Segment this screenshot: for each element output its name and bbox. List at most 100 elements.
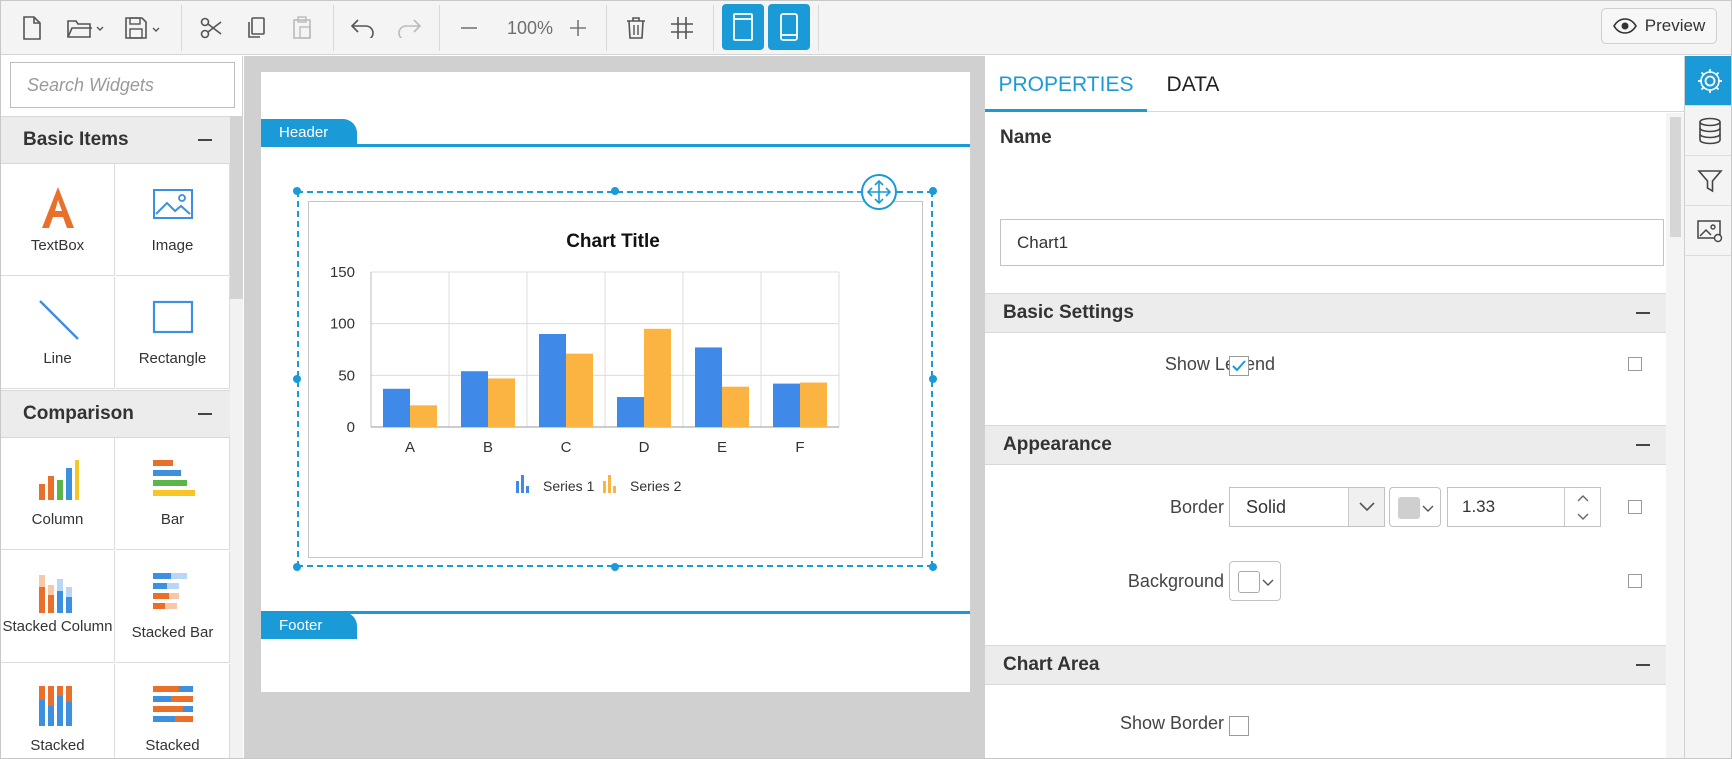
database-icon xyxy=(1698,117,1721,144)
spin-down-button[interactable] xyxy=(1565,507,1601,526)
collapse-icon xyxy=(198,139,212,141)
show-legend-expression-checkbox[interactable] xyxy=(1628,357,1642,371)
widget-label: Stacked xyxy=(30,737,85,754)
tab-data[interactable]: DATA xyxy=(1147,56,1239,112)
report-page: Header Chart Title 0 50 100 150 A B C D E F Series … xyxy=(261,72,970,692)
border-width-spinner xyxy=(1564,488,1600,526)
widget-line[interactable]: Line xyxy=(1,277,115,389)
resize-handle-s[interactable] xyxy=(611,563,619,571)
section-appearance[interactable]: Appearance xyxy=(985,425,1666,465)
name-field[interactable] xyxy=(1001,220,1663,265)
tab-properties[interactable]: PROPERTIES xyxy=(985,56,1147,112)
border-width-input[interactable] xyxy=(1448,488,1566,526)
show-border-checkbox[interactable] xyxy=(1229,716,1249,736)
settings-icon xyxy=(1697,68,1722,93)
category-basic-items[interactable]: Basic Items xyxy=(1,116,230,164)
category-comparison[interactable]: Comparison xyxy=(1,390,230,438)
collapse-icon xyxy=(1636,444,1650,446)
widget-image[interactable]: Image xyxy=(116,164,230,276)
widget-textbox[interactable]: TextBox xyxy=(1,164,115,276)
stacked-bar-100-icon xyxy=(152,686,193,722)
cut-button[interactable] xyxy=(190,9,232,47)
undo-button[interactable] xyxy=(342,9,384,47)
x-tick-label: D xyxy=(639,439,650,456)
open-button[interactable] xyxy=(61,9,109,47)
widget-column[interactable]: Column xyxy=(1,438,115,550)
filter-button[interactable] xyxy=(1685,156,1731,206)
appearance-background-expression-checkbox[interactable] xyxy=(1628,574,1642,588)
legend-icon-bar xyxy=(521,475,524,493)
zoom-in-button[interactable] xyxy=(557,9,599,47)
footer-band-label[interactable]: Footer xyxy=(261,612,357,639)
section-chart-area[interactable]: Chart Area xyxy=(985,645,1666,685)
widget-stacked-column-100[interactable]: Stacked xyxy=(1,664,115,758)
widget-bar[interactable]: Bar xyxy=(116,438,230,550)
chart-widget[interactable]: Chart Title 0 50 100 150 A B C D E F Series 1 Series… xyxy=(308,201,923,558)
resize-handle-se[interactable] xyxy=(929,563,937,571)
section-basic-settings[interactable]: Basic Settings xyxy=(985,293,1666,333)
spin-up-button[interactable] xyxy=(1565,488,1601,507)
resize-handle-w[interactable] xyxy=(293,375,301,383)
widget-stacked-bar[interactable]: Stacked Bar xyxy=(116,551,230,663)
textbox-icon xyxy=(41,187,74,228)
appearance-background-label: Background xyxy=(1127,571,1224,591)
mobile-view-button[interactable] xyxy=(768,4,810,50)
widget-list: Basic Items TextBox Image Line Rectangle… xyxy=(1,116,243,758)
resize-handle-n[interactable] xyxy=(611,187,619,195)
mobile-view-icon xyxy=(780,13,798,41)
paste-icon xyxy=(293,16,311,39)
new-file-button[interactable] xyxy=(11,9,53,47)
widget-rectangle[interactable]: Rectangle xyxy=(116,277,230,389)
bar-1-C xyxy=(539,334,566,427)
delete-button[interactable] xyxy=(615,9,657,47)
move-handle[interactable] xyxy=(861,174,897,210)
copy-icon xyxy=(248,17,265,38)
resize-handle-ne[interactable] xyxy=(929,187,937,195)
grid-button[interactable] xyxy=(661,9,703,47)
background-color-swatch xyxy=(1238,571,1260,593)
border-color-picker[interactable] xyxy=(1389,487,1441,527)
redo-icon xyxy=(398,19,422,38)
stacked-bar-icon xyxy=(152,573,187,609)
resize-handle-sw[interactable] xyxy=(293,563,301,571)
settings-button[interactable] xyxy=(1685,56,1731,106)
image-settings-button[interactable] xyxy=(1685,206,1731,256)
data-source-button[interactable] xyxy=(1685,106,1731,156)
toolbar: 100% Preview xyxy=(1,1,1731,55)
border-expression-checkbox[interactable] xyxy=(1628,500,1642,514)
border-style-dropdown[interactable]: Solid xyxy=(1229,487,1385,527)
properties-tabs: PROPERTIES DATA xyxy=(985,56,1684,112)
widget-stacked-bar-100[interactable]: Stacked xyxy=(116,664,230,758)
resize-handle-e[interactable] xyxy=(929,375,937,383)
design-canvas: Header Chart Title 0 50 100 150 A B C D E F Series … xyxy=(244,56,984,758)
properties-scrollbar[interactable] xyxy=(1666,113,1684,758)
widget-scrollbar-thumb[interactable] xyxy=(230,116,243,299)
section-title: Appearance xyxy=(1003,434,1112,455)
undo-icon xyxy=(350,19,374,38)
save-button[interactable] xyxy=(119,9,167,47)
chevron-down-icon xyxy=(1422,500,1434,518)
collapse-icon xyxy=(198,413,212,415)
show-legend-checkbox[interactable] xyxy=(1229,356,1249,376)
zoom-out-button[interactable] xyxy=(448,9,490,47)
bar-1-D xyxy=(617,397,644,427)
desktop-view-button[interactable] xyxy=(722,4,764,50)
bar-2-A xyxy=(410,405,437,427)
image-icon xyxy=(152,189,193,219)
copy-button[interactable] xyxy=(235,9,277,47)
chevron-down-icon xyxy=(1262,574,1274,592)
resize-handle-nw[interactable] xyxy=(293,187,301,195)
properties-scrollbar-thumb[interactable] xyxy=(1670,117,1681,237)
widget-stacked-column[interactable]: Stacked Column xyxy=(1,551,115,663)
preview-button[interactable]: Preview xyxy=(1601,8,1717,44)
bar-2-C xyxy=(566,353,593,427)
appearance-background-picker[interactable] xyxy=(1229,561,1281,601)
redo-button[interactable] xyxy=(388,9,430,47)
search-input[interactable] xyxy=(11,65,263,105)
paste-button[interactable] xyxy=(281,9,323,47)
zoom-level[interactable]: 100% xyxy=(499,9,561,47)
section-title: Basic Settings xyxy=(1003,302,1134,323)
widget-label: Stacked Bar xyxy=(131,624,214,641)
report-designer: 100% Preview Search Widgets Basic Items … xyxy=(0,0,1732,759)
header-band-label[interactable]: Header xyxy=(261,119,357,146)
